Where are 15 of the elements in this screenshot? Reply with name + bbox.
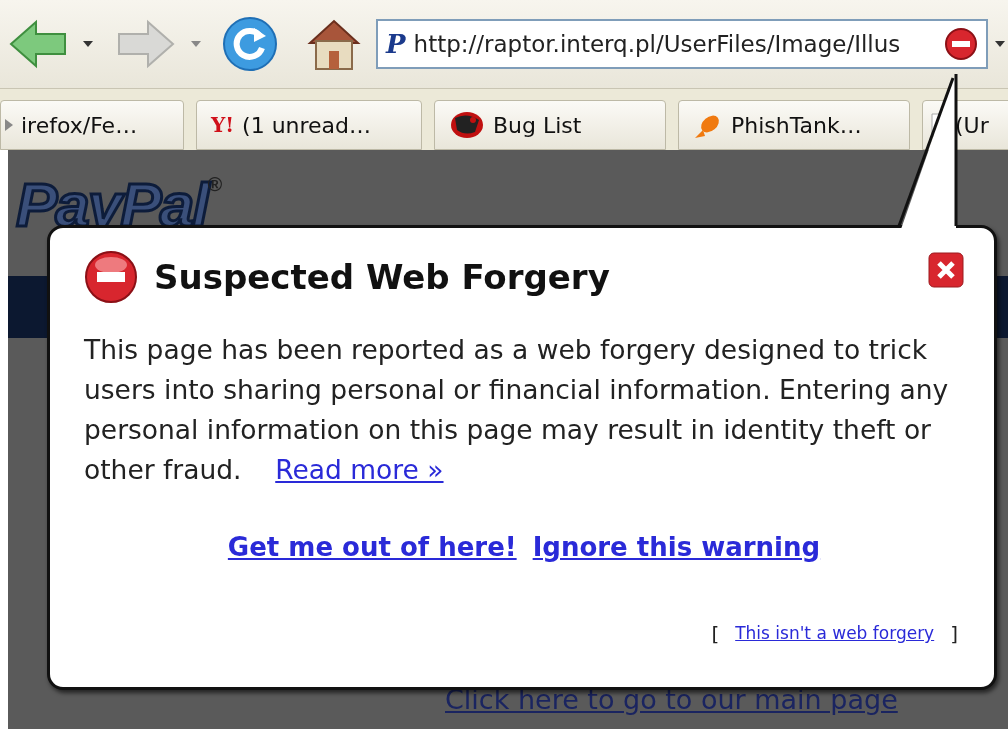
not-forgery-link[interactable]: This isn't a web forgery (735, 621, 935, 647)
mail-icon: Y! (211, 110, 235, 140)
action-link[interactable]: Get me out of here! (227, 528, 517, 567)
site-icon: P (386, 24, 406, 64)
popup-title: Suspected Web Forgery (154, 255, 611, 299)
tab[interactable]: PhishTank… (678, 100, 910, 150)
address-field[interactable]: P http://raptor.interq.pl/UserFiles/Image/Illus (376, 19, 988, 69)
read-more-link[interactable]: Read more » (275, 454, 444, 485)
tab[interactable]: irefox/Fe… (0, 100, 184, 150)
action-link[interactable]: Ignore this warning (532, 528, 821, 567)
tab[interactable]: Bug List (434, 100, 666, 150)
bracket: ] (950, 621, 958, 648)
warning-message: This page has been reported as a web forgery designed to trick users into sharing personal or financial information. Entering any personal information on this page may result in identity theft or other fraud. Read more » (84, 333, 950, 487)
bracket: [ (711, 621, 720, 648)
tab[interactable]: Y! (1 unread… (196, 100, 422, 150)
